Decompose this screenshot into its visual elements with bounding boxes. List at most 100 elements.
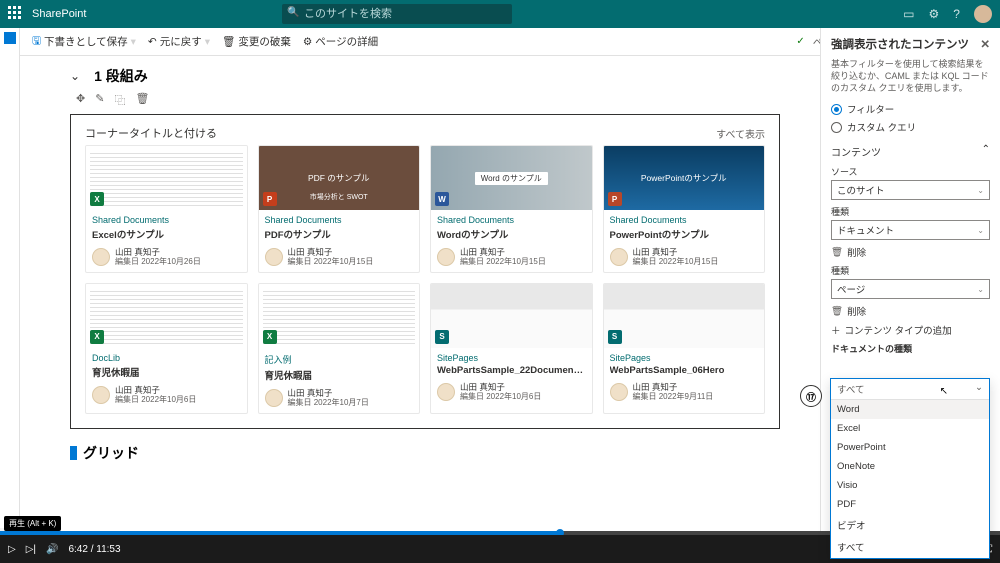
doctype-dropdown: すべて⌄ WordExcelPowerPointOneNoteVisioPDFビ… — [830, 378, 990, 559]
content-card[interactable]: X Shared Documents Excelのサンプル 山田 真知子編集日 … — [85, 145, 248, 273]
volume-icon[interactable]: 🔊 — [46, 544, 58, 555]
search-input[interactable] — [282, 4, 512, 24]
card-library: Shared Documents — [265, 215, 414, 225]
card-title: Excelのサンプル — [92, 227, 241, 241]
doctype-current[interactable]: すべて⌄ — [831, 379, 989, 400]
chevron-up-icon[interactable]: ⌃ — [982, 144, 990, 159]
content-card[interactable]: X 記入例 育児休暇届 山田 真知子編集日 2022年10月7日 — [258, 283, 421, 414]
undo-button[interactable]: ↶元に戻す▾ — [144, 34, 214, 49]
webpart-title[interactable]: コーナータイトルと付ける — [85, 125, 217, 141]
avatar — [92, 386, 110, 404]
add-content-type-button[interactable]: ＋コンテンツ タイプの追加 — [831, 323, 990, 337]
card-thumbnail: X — [259, 284, 420, 348]
edit-icon[interactable]: ✎ — [95, 92, 104, 108]
doctype-option[interactable]: OneNote — [831, 457, 989, 476]
page-details-button[interactable]: ⚙ページの詳細 — [299, 34, 382, 49]
time-display: 6:42 / 11:53 — [68, 544, 120, 555]
doctype-option[interactable]: Excel — [831, 419, 989, 438]
type-label: 種類 — [831, 205, 990, 218]
brand: SharePoint — [32, 8, 86, 20]
duplicate-icon[interactable]: ⿻ — [114, 92, 125, 108]
file-type-badge: X — [263, 330, 277, 344]
avatar — [265, 248, 283, 266]
card-library: DocLib — [92, 353, 241, 363]
avatar[interactable] — [974, 5, 992, 23]
left-rail — [0, 28, 20, 528]
card-title: 育児休暇届 — [265, 368, 414, 382]
source-label: ソース — [831, 165, 990, 178]
card-author: 山田 真知子編集日 2022年9月11日 — [633, 382, 714, 402]
discard-button[interactable]: 🗑変更の破棄 — [218, 34, 295, 49]
file-type-badge: P — [608, 192, 622, 206]
panel-title: 強調表示されたコンテンツ — [831, 36, 969, 52]
card-title: WebPartsSample_06Hero — [610, 365, 759, 376]
card-library: Shared Documents — [92, 215, 241, 225]
content-accordion[interactable]: コンテンツ — [831, 144, 881, 159]
file-type-badge: S — [608, 330, 622, 344]
card-title: 育児休暇届 — [92, 365, 241, 379]
doctype-option[interactable]: Word — [831, 400, 989, 419]
page-canvas: ⌄ 1 段組み ✥ ✎ ⿻ 🗑 コーナータイトルと付ける すべて表示 X Sha… — [20, 56, 820, 535]
avatar — [610, 383, 628, 401]
section-title: 1 段組み — [94, 66, 148, 86]
move-icon[interactable]: ✥ — [76, 92, 85, 108]
help-icon[interactable]: ? — [953, 7, 960, 21]
settings-icon[interactable]: ⚙ — [929, 7, 940, 21]
content-card[interactable]: S SitePages WebPartsSample_22DocumentLib… — [430, 283, 593, 414]
card-author: 山田 真知子編集日 2022年10月15日 — [460, 247, 546, 267]
content-card[interactable]: PDF のサンプル市場分析と SWOT P Shared Documents P… — [258, 145, 421, 273]
next-button[interactable]: ▷| — [26, 544, 36, 555]
file-type-badge: W — [435, 192, 449, 206]
card-thumbnail: S — [604, 284, 765, 348]
content-card[interactable]: Word のサンプル W Shared Documents Wordのサンプル … — [430, 145, 593, 273]
card-author: 山田 真知子編集日 2022年10月7日 — [288, 388, 369, 408]
card-thumbnail: X — [86, 284, 247, 348]
avatar — [610, 248, 628, 266]
grid-heading: グリッド — [83, 443, 139, 463]
chevron-down-icon[interactable]: ⌄ — [70, 69, 80, 83]
custom-query-radio[interactable]: カスタム クエリ — [831, 120, 990, 134]
source-select[interactable]: このサイト⌄ — [831, 180, 990, 200]
card-author: 山田 真知子編集日 2022年10月6日 — [460, 382, 541, 402]
card-author: 山田 真知子編集日 2022年10月15日 — [633, 247, 719, 267]
add-section-icon[interactable] — [4, 32, 16, 44]
card-library: Shared Documents — [610, 215, 759, 225]
doctype-label: ドキュメントの種類 — [831, 342, 990, 355]
card-title: Wordのサンプル — [437, 227, 586, 241]
doctype-option[interactable]: PowerPoint — [831, 438, 989, 457]
waffle-icon[interactable] — [8, 6, 24, 22]
filter-radio[interactable]: フィルター — [831, 102, 990, 116]
content-card[interactable]: S SitePages WebPartsSample_06Hero 山田 真知子… — [603, 283, 766, 414]
highlighted-content-webpart[interactable]: コーナータイトルと付ける すべて表示 X Shared Documents Ex… — [70, 114, 780, 429]
see-all-link[interactable]: すべて表示 — [716, 126, 765, 141]
delete-type-button[interactable]: 🗑削除 — [831, 245, 990, 259]
megaphone-icon[interactable]: ▭ — [903, 7, 914, 21]
card-title: PDFのサンプル — [265, 227, 414, 241]
delete-type2-button[interactable]: 🗑削除 — [831, 304, 990, 318]
play-button[interactable]: ▷ — [8, 544, 16, 555]
card-library: Shared Documents — [437, 215, 586, 225]
delete-icon[interactable]: 🗑 — [135, 92, 149, 108]
file-type-badge: P — [263, 192, 277, 206]
doctype-option[interactable]: ビデオ — [831, 514, 989, 536]
avatar — [265, 389, 283, 407]
avatar — [92, 248, 110, 266]
accent-bar — [70, 446, 77, 460]
type-select[interactable]: ドキュメント⌄ — [831, 220, 990, 240]
panel-desc: 基本フィルターを使用して検索結果を絞り込むか、CAML または KQL コードの… — [831, 58, 990, 94]
close-icon[interactable]: ✕ — [980, 37, 990, 51]
content-card[interactable]: X DocLib 育児休暇届 山田 真知子編集日 2022年10月6日 — [85, 283, 248, 414]
card-thumbnail: S — [431, 284, 592, 348]
check-icon: ✓ — [796, 36, 804, 47]
card-library: 記入例 — [265, 353, 414, 366]
doctype-option[interactable]: PDF — [831, 495, 989, 514]
content-card[interactable]: PowerPointのサンプル P Shared Documents Power… — [603, 145, 766, 273]
type2-label: 種類 — [831, 264, 990, 277]
doctype-option[interactable]: すべて — [831, 536, 989, 558]
save-draft-button[interactable]: 🖫下書きとして保存▾ — [28, 33, 140, 51]
search-icon: 🔍 — [287, 7, 299, 18]
doctype-option[interactable]: Visio — [831, 476, 989, 495]
type2-select[interactable]: ページ⌄ — [831, 279, 990, 299]
global-nav: SharePoint 🔍 ▭ ⚙ ? — [0, 0, 1000, 28]
card-thumbnail: PDF のサンプル市場分析と SWOT P — [259, 146, 420, 210]
